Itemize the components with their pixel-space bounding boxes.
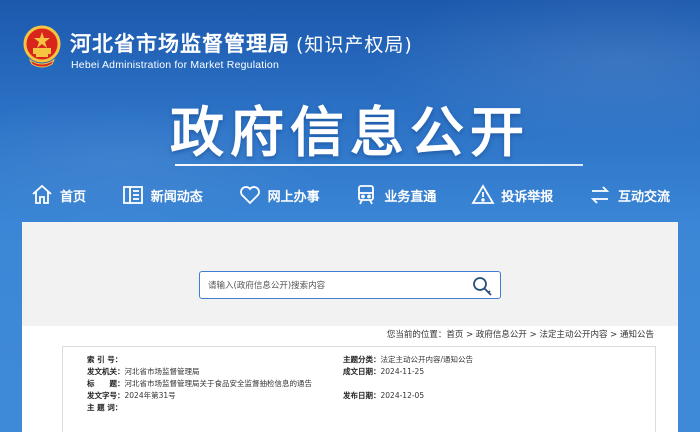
hero-underline [175,164,583,166]
meta-org: 发文机关：河北省市场监督管理局 [87,366,200,377]
site-title-text: 河北省市场监督管理局 [70,32,290,56]
nav-label: 首页 [60,189,87,205]
meta-published-label: 发布日期： [343,391,381,400]
site-title-paren: (知识产权局) [296,34,413,56]
meta-docno-label: 发文字号： [87,391,125,400]
meta-category-value: 法定主动公开内容/通知公告 [380,355,474,364]
meta-org-label: 发文机关： [87,367,125,376]
meta-title: 标 题：河北省市场监督管理局关于食品安全监督抽检信息的通告 [87,378,312,389]
site-title[interactable]: 河北省市场监督管理局 (知识产权局) [70,28,413,58]
site-subtitle-en: Hebei Administration for Market Regulati… [71,59,279,71]
meta-category: 主题分类：法定主动公开内容/通知公告 [343,354,473,365]
page-hero-title: 政府信息公开 [170,101,530,164]
breadcrumb[interactable]: 您当前的位置：首页 > 政府信息公开 > 法定主动公开内容 > 通知公告 [387,328,654,340]
warning-icon [471,184,495,204]
content-panel: 您当前的位置：首页 > 政府信息公开 > 法定主动公开内容 > 通知公告 索 引… [22,222,678,432]
meta-created: 成文日期：2024-11-25 [343,366,424,377]
national-emblem-icon [23,25,61,68]
meta-category-label: 主题分类： [343,355,381,364]
nav-label: 投诉举报 [501,189,554,205]
meta-org-value: 河北省市场监督管理局 [124,367,200,376]
meta-docno: 发文字号：2024年第31号 [87,390,176,401]
search-box [199,271,501,299]
nav-item-online-service[interactable]: 网上办事 [238,183,320,207]
main-nav: 首页 新闻动态 网上办事 业务直通 投诉举报 互动交流 [30,178,670,212]
meta-published: 发布日期：2024-12-05 [343,390,424,401]
home-icon [32,184,52,204]
nav-item-interaction[interactable]: 互动交流 [588,183,670,207]
meta-published-value: 2024-12-05 [380,391,425,400]
nav-item-news[interactable]: 新闻动态 [121,183,203,207]
search-input[interactable] [208,277,458,295]
meta-docno-value: 2024年第31号 [124,391,176,400]
heart-hand-icon [239,186,260,205]
nav-label: 新闻动态 [150,189,203,205]
news-icon [122,186,143,204]
meta-subject: 主 题 词： [87,402,122,413]
train-icon [358,185,375,205]
nav-label: 业务直通 [384,189,437,205]
meta-index-label: 索 引 号： [87,355,123,364]
meta-subject-label: 主 题 词： [87,403,123,412]
nav-item-business[interactable]: 业务直通 [354,183,436,207]
document-meta-table: 索 引 号： 发文机关：河北省市场监督管理局 标 题：河北省市场监督管理局关于食… [62,346,656,432]
search-icon[interactable] [470,274,494,298]
nav-item-home[interactable]: 首页 [30,183,86,207]
meta-title-label: 标 题： [87,379,125,388]
nav-label: 互动交流 [617,189,670,205]
exchange-icon [590,186,610,204]
meta-created-label: 成文日期： [343,367,381,376]
nav-item-complaint[interactable]: 投诉举报 [471,183,553,207]
search-area [22,222,678,326]
meta-index: 索 引 号： [87,354,122,365]
nav-label: 网上办事 [267,189,320,205]
meta-created-value: 2024-11-25 [380,367,425,376]
meta-title-value: 河北省市场监督管理局关于食品安全监督抽检信息的通告 [124,379,313,388]
